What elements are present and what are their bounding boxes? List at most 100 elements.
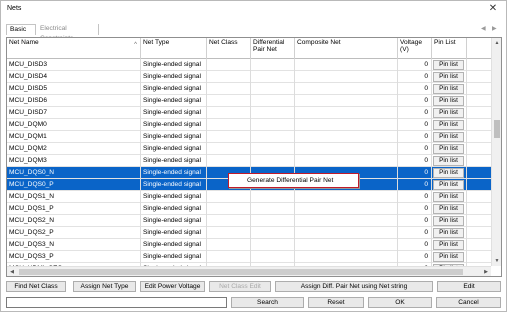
scroll-down-icon[interactable]: ▼ (492, 256, 501, 266)
cell-net-class[interactable] (207, 107, 251, 119)
table-row[interactable]: MCU_DQS1_N Single-ended signal 0 Pin list (7, 191, 491, 203)
table-row[interactable]: MCU_DQS2_P Single-ended signal 0 Pin list (7, 227, 491, 239)
cell-net-name[interactable]: MCU_DQM2 (7, 143, 141, 155)
horizontal-scrollbar[interactable]: ◀ ▶ (7, 266, 491, 276)
cell-net-type[interactable]: Single-ended signal (141, 215, 207, 227)
pin-list-button[interactable]: Pin list (433, 204, 464, 214)
pin-list-button[interactable]: Pin list (433, 120, 464, 130)
table-row[interactable]: MCU_DQS1_P Single-ended signal 0 Pin list (7, 203, 491, 215)
column-header-pin-list[interactable]: Pin List (432, 38, 467, 59)
pin-list-button[interactable]: Pin list (433, 144, 464, 154)
cell-net-class[interactable] (207, 251, 251, 263)
cell-net-class[interactable] (207, 59, 251, 71)
cell-composite-net[interactable] (295, 227, 398, 239)
vertical-scrollbar[interactable]: ▲ ▼ (491, 38, 501, 266)
column-header-differential-pair-net[interactable]: Differential Pair Net (251, 38, 295, 59)
table-row[interactable]: MCU_DQM3 Single-ended signal 0 Pin list (7, 155, 491, 167)
edit-button[interactable]: Edit (437, 281, 501, 292)
cell-net-type[interactable]: Single-ended signal (141, 191, 207, 203)
cell-voltage[interactable]: 0 (398, 167, 432, 179)
table-row[interactable]: MCU_DISD6 Single-ended signal 0 Pin list (7, 95, 491, 107)
cell-net-class[interactable] (207, 191, 251, 203)
cell-net-type[interactable]: Single-ended signal (141, 83, 207, 95)
pin-list-button[interactable]: Pin list (433, 192, 464, 202)
cell-net-type[interactable]: Single-ended signal (141, 107, 207, 119)
assign-diff-pair-button[interactable]: Assign Diff. Pair Net using Net string (275, 281, 433, 292)
cell-net-type[interactable]: Single-ended signal (141, 143, 207, 155)
cell-net-name[interactable]: MCU_DISD5 (7, 83, 141, 95)
column-header-voltage[interactable]: Voltage (V) (398, 38, 432, 59)
edit-power-voltage-button[interactable]: Edit Power Voltage (140, 281, 205, 292)
table-row[interactable]: MCU_DQM1 Single-ended signal 0 Pin list (7, 131, 491, 143)
cell-net-type[interactable]: Single-ended signal (141, 167, 207, 179)
cell-voltage[interactable]: 0 (398, 179, 432, 191)
cell-diff-pair[interactable] (251, 203, 295, 215)
cell-net-name[interactable]: MCU_DISD3 (7, 59, 141, 71)
cell-voltage[interactable]: 0 (398, 239, 432, 251)
cell-net-name[interactable]: MCU_DQS2_P (7, 227, 141, 239)
cell-net-name[interactable]: MCU_DISD4 (7, 71, 141, 83)
cell-net-class[interactable] (207, 215, 251, 227)
cell-net-type[interactable]: Single-ended signal (141, 179, 207, 191)
cell-voltage[interactable]: 0 (398, 83, 432, 95)
cell-diff-pair[interactable] (251, 215, 295, 227)
vertical-scroll-thumb[interactable] (494, 120, 500, 138)
tab-scroll-left-icon[interactable]: ◀ (481, 25, 486, 32)
cell-composite-net[interactable] (295, 215, 398, 227)
horizontal-scroll-thumb[interactable] (19, 269, 463, 275)
cell-composite-net[interactable] (295, 107, 398, 119)
tab-scroll-right-icon[interactable]: ▶ (492, 25, 497, 32)
cell-net-class[interactable] (207, 155, 251, 167)
cell-voltage[interactable]: 0 (398, 155, 432, 167)
cell-diff-pair[interactable] (251, 131, 295, 143)
pin-list-button[interactable]: Pin list (433, 132, 464, 142)
cell-net-name[interactable]: MCU_DQS1_N (7, 191, 141, 203)
cell-net-name[interactable]: MCU_DQS2_N (7, 215, 141, 227)
cell-diff-pair[interactable] (251, 227, 295, 239)
cell-net-type[interactable]: Single-ended signal (141, 251, 207, 263)
pin-list-button[interactable]: Pin list (433, 180, 464, 190)
cell-net-class[interactable] (207, 143, 251, 155)
cell-diff-pair[interactable] (251, 107, 295, 119)
scroll-up-icon[interactable]: ▲ (492, 38, 501, 48)
table-row[interactable]: MCU_DQS3_P Single-ended signal 0 Pin list (7, 251, 491, 263)
tab-basic[interactable]: Basic (6, 24, 36, 35)
cell-net-class[interactable] (207, 131, 251, 143)
cell-composite-net[interactable] (295, 95, 398, 107)
cell-diff-pair[interactable] (251, 191, 295, 203)
cell-net-name[interactable]: MCU_DQM3 (7, 155, 141, 167)
cell-net-type[interactable]: Single-ended signal (141, 239, 207, 251)
cell-diff-pair[interactable] (251, 143, 295, 155)
tab-electrical-constraints[interactable]: Electrical Constraints (37, 24, 99, 42)
column-header-net-type[interactable]: Net Type (141, 38, 207, 59)
cell-composite-net[interactable] (295, 59, 398, 71)
table-row[interactable]: MCU_DISD5 Single-ended signal 0 Pin list (7, 83, 491, 95)
cell-voltage[interactable]: 0 (398, 119, 432, 131)
table-row[interactable]: MCU_DQM2 Single-ended signal 0 Pin list (7, 143, 491, 155)
cell-diff-pair[interactable] (251, 59, 295, 71)
cell-diff-pair[interactable] (251, 239, 295, 251)
cell-net-name[interactable]: MCU_DQS3_P (7, 251, 141, 263)
scroll-left-icon[interactable]: ◀ (7, 267, 17, 276)
cell-net-name[interactable]: MCU_DQS0_P (7, 179, 141, 191)
cell-diff-pair[interactable] (251, 71, 295, 83)
column-header-net-class[interactable]: Net Class (207, 38, 251, 59)
cell-voltage[interactable]: 0 (398, 71, 432, 83)
pin-list-button[interactable]: Pin list (433, 108, 464, 118)
table-row[interactable]: MCU_DQS3_N Single-ended signal 0 Pin list (7, 239, 491, 251)
cell-net-class[interactable] (207, 83, 251, 95)
table-row[interactable]: MCU_DISD3 Single-ended signal 0 Pin list (7, 59, 491, 71)
cell-composite-net[interactable] (295, 155, 398, 167)
cell-net-class[interactable] (207, 95, 251, 107)
cell-composite-net[interactable] (295, 251, 398, 263)
cell-net-type[interactable]: Single-ended signal (141, 95, 207, 107)
cell-voltage[interactable]: 0 (398, 143, 432, 155)
table-row[interactable]: MCU_DQS2_N Single-ended signal 0 Pin list (7, 215, 491, 227)
cell-diff-pair[interactable] (251, 83, 295, 95)
search-input[interactable] (6, 297, 227, 308)
cell-voltage[interactable]: 0 (398, 191, 432, 203)
table-row[interactable]: MCU_DQM0 Single-ended signal 0 Pin list (7, 119, 491, 131)
cell-net-type[interactable]: Single-ended signal (141, 131, 207, 143)
cell-voltage[interactable]: 0 (398, 227, 432, 239)
cell-net-class[interactable] (207, 203, 251, 215)
